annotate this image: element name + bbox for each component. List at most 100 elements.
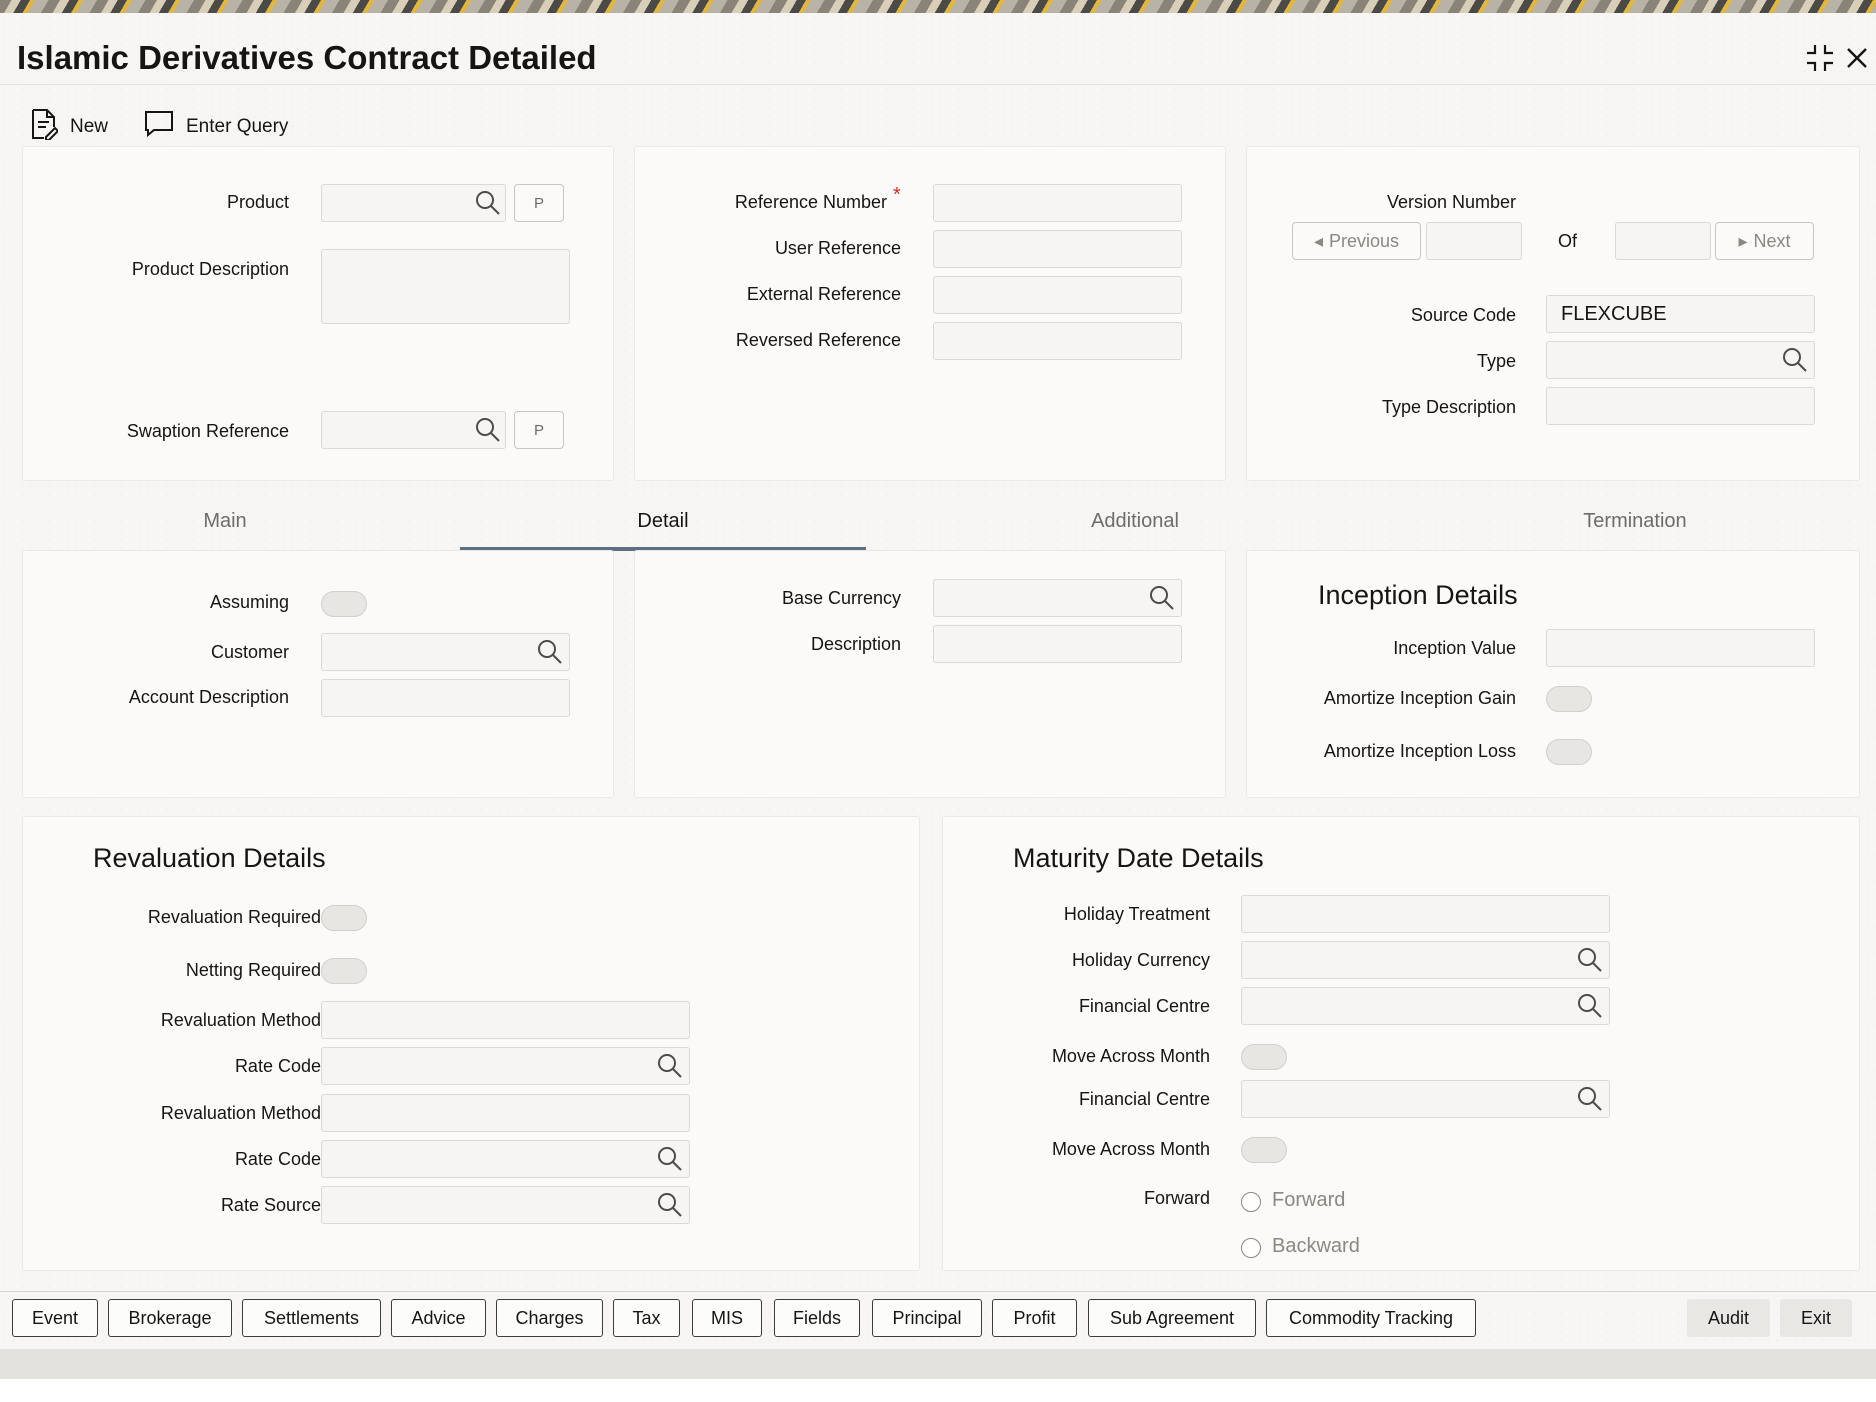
rate-code-input-2[interactable] — [321, 1140, 690, 1178]
tab-main[interactable]: Main — [80, 510, 370, 533]
charges-button[interactable]: Charges — [496, 1299, 603, 1337]
brokerage-button[interactable]: Brokerage — [108, 1299, 232, 1337]
audit-button[interactable]: Audit — [1687, 1299, 1770, 1337]
netting-required-toggle[interactable] — [321, 958, 367, 984]
principal-button[interactable]: Principal — [872, 1299, 982, 1337]
search-icon[interactable] — [475, 417, 501, 443]
holiday-treatment-input[interactable] — [1241, 895, 1610, 933]
version-total-input[interactable] — [1615, 222, 1711, 260]
reference-number-input[interactable] — [933, 184, 1182, 222]
profit-button[interactable]: Profit — [992, 1299, 1077, 1337]
close-icon[interactable] — [1840, 41, 1874, 75]
search-icon[interactable] — [1577, 1086, 1603, 1112]
reversed-reference-label: Reversed Reference — [735, 330, 901, 350]
enter-query-button[interactable]: Enter Query — [144, 109, 288, 145]
holiday-currency-label: Holiday Currency — [1071, 950, 1210, 970]
tax-button[interactable]: Tax — [613, 1299, 680, 1337]
assuming-label: Assuming — [209, 592, 289, 612]
product-p-button[interactable]: P — [514, 184, 564, 222]
move-across-month-label-2: Move Across Month — [1051, 1139, 1210, 1159]
type-description-input[interactable] — [1546, 387, 1815, 425]
rate-code-input[interactable] — [321, 1047, 690, 1085]
type-input[interactable] — [1546, 341, 1815, 379]
reference-number-label: Reference Number — [734, 192, 887, 212]
search-icon[interactable] — [537, 639, 563, 665]
holiday-treatment-label: Holiday Treatment — [1063, 904, 1210, 924]
account-description-input[interactable] — [321, 679, 570, 717]
advice-button[interactable]: Advice — [391, 1299, 486, 1337]
revaluation-method-input-2[interactable] — [321, 1094, 690, 1132]
search-icon[interactable] — [657, 1146, 683, 1172]
move-across-month-label: Move Across Month — [1051, 1046, 1210, 1066]
customer-input[interactable] — [321, 633, 570, 671]
move-across-month-toggle[interactable] — [1241, 1044, 1287, 1070]
fields-button[interactable]: Fields — [774, 1299, 860, 1337]
swaption-p-button[interactable]: P — [514, 411, 564, 449]
search-icon[interactable] — [1577, 993, 1603, 1019]
reference-panel: Reference Number * User Reference Extern… — [634, 146, 1226, 481]
base-currency-label: Base Currency — [781, 588, 901, 608]
amortize-inception-gain-toggle[interactable] — [1546, 686, 1592, 712]
search-icon[interactable] — [475, 190, 501, 216]
product-description-field[interactable] — [321, 249, 570, 324]
next-button[interactable]: ▸ Next — [1715, 222, 1814, 260]
previous-button[interactable]: ◂ Previous — [1292, 222, 1421, 260]
sub-agreement-button[interactable]: Sub Agreement — [1088, 1299, 1256, 1337]
inception-details-title: Inception Details — [1318, 580, 1518, 610]
holiday-currency-input[interactable] — [1241, 941, 1610, 979]
search-icon[interactable] — [1577, 947, 1603, 973]
move-across-month-toggle-2[interactable] — [1241, 1137, 1287, 1163]
title-divider — [0, 84, 1876, 85]
base-currency-input[interactable] — [933, 579, 1182, 617]
search-icon[interactable] — [657, 1053, 683, 1079]
mis-button[interactable]: MIS — [692, 1299, 762, 1337]
product-label: Product — [226, 192, 289, 212]
new-button-label: New — [70, 116, 109, 137]
rate-code-label: Rate Code — [234, 1056, 321, 1076]
product-panel: Product P Product Description Swaption R… — [22, 146, 614, 481]
tab-detail[interactable]: Detail — [460, 510, 866, 533]
tab-termination[interactable]: Termination — [1430, 510, 1840, 533]
type-label: Type — [1476, 351, 1516, 371]
maturity-date-details-title: Maturity Date Details — [1013, 843, 1264, 873]
inception-value-label: Inception Value — [1393, 638, 1516, 658]
assuming-toggle[interactable] — [321, 591, 367, 617]
commodity-tracking-button[interactable]: Commodity Tracking — [1266, 1299, 1476, 1337]
tab-additional[interactable]: Additional — [940, 510, 1330, 533]
search-icon[interactable] — [1782, 347, 1808, 373]
search-icon[interactable] — [657, 1192, 683, 1218]
source-code-field[interactable]: FLEXCUBE — [1546, 295, 1815, 333]
forward-radio[interactable] — [1241, 1192, 1261, 1212]
new-button[interactable]: New — [30, 109, 108, 145]
page-title: Islamic Derivatives Contract Detailed — [17, 39, 597, 76]
amortize-inception-loss-toggle[interactable] — [1546, 739, 1592, 765]
description-label: Description — [810, 634, 901, 654]
financial-centre-input[interactable] — [1241, 987, 1610, 1025]
next-label: Next — [1753, 230, 1791, 251]
settlements-button[interactable]: Settlements — [242, 1299, 381, 1337]
amortize-inception-gain-label: Amortize Inception Gain — [1323, 688, 1516, 708]
external-reference-input[interactable] — [933, 276, 1182, 314]
revaluation-required-label: Revaluation Required — [147, 907, 321, 927]
version-current-input[interactable] — [1426, 222, 1522, 260]
collapse-arrows-icon[interactable] — [1803, 41, 1837, 75]
revaluation-required-toggle[interactable] — [321, 905, 367, 931]
financial-centre-input-2[interactable] — [1241, 1080, 1610, 1118]
contract-window: Islamic Derivatives Contract Detailed Ne… — [0, 13, 1876, 1379]
reversed-reference-input[interactable] — [933, 322, 1182, 360]
status-bar — [0, 1349, 1876, 1379]
backward-radio[interactable] — [1241, 1238, 1261, 1258]
customer-panel: Assuming Customer Account Description — [22, 550, 614, 798]
rate-source-input[interactable] — [321, 1186, 690, 1224]
inception-value-input[interactable] — [1546, 629, 1815, 667]
event-button[interactable]: Event — [12, 1299, 98, 1337]
user-reference-input[interactable] — [933, 230, 1182, 268]
search-icon[interactable] — [1149, 585, 1175, 611]
footer-divider — [0, 1291, 1876, 1292]
exit-button[interactable]: Exit — [1780, 1299, 1852, 1337]
currency-panel: Base Currency Description — [634, 550, 1226, 798]
caret-left-icon: ◂ — [1313, 230, 1323, 251]
revaluation-method-input[interactable] — [321, 1001, 690, 1039]
maturity-panel: Maturity Date Details Holiday Treatment … — [942, 816, 1860, 1271]
description-input[interactable] — [933, 625, 1182, 663]
